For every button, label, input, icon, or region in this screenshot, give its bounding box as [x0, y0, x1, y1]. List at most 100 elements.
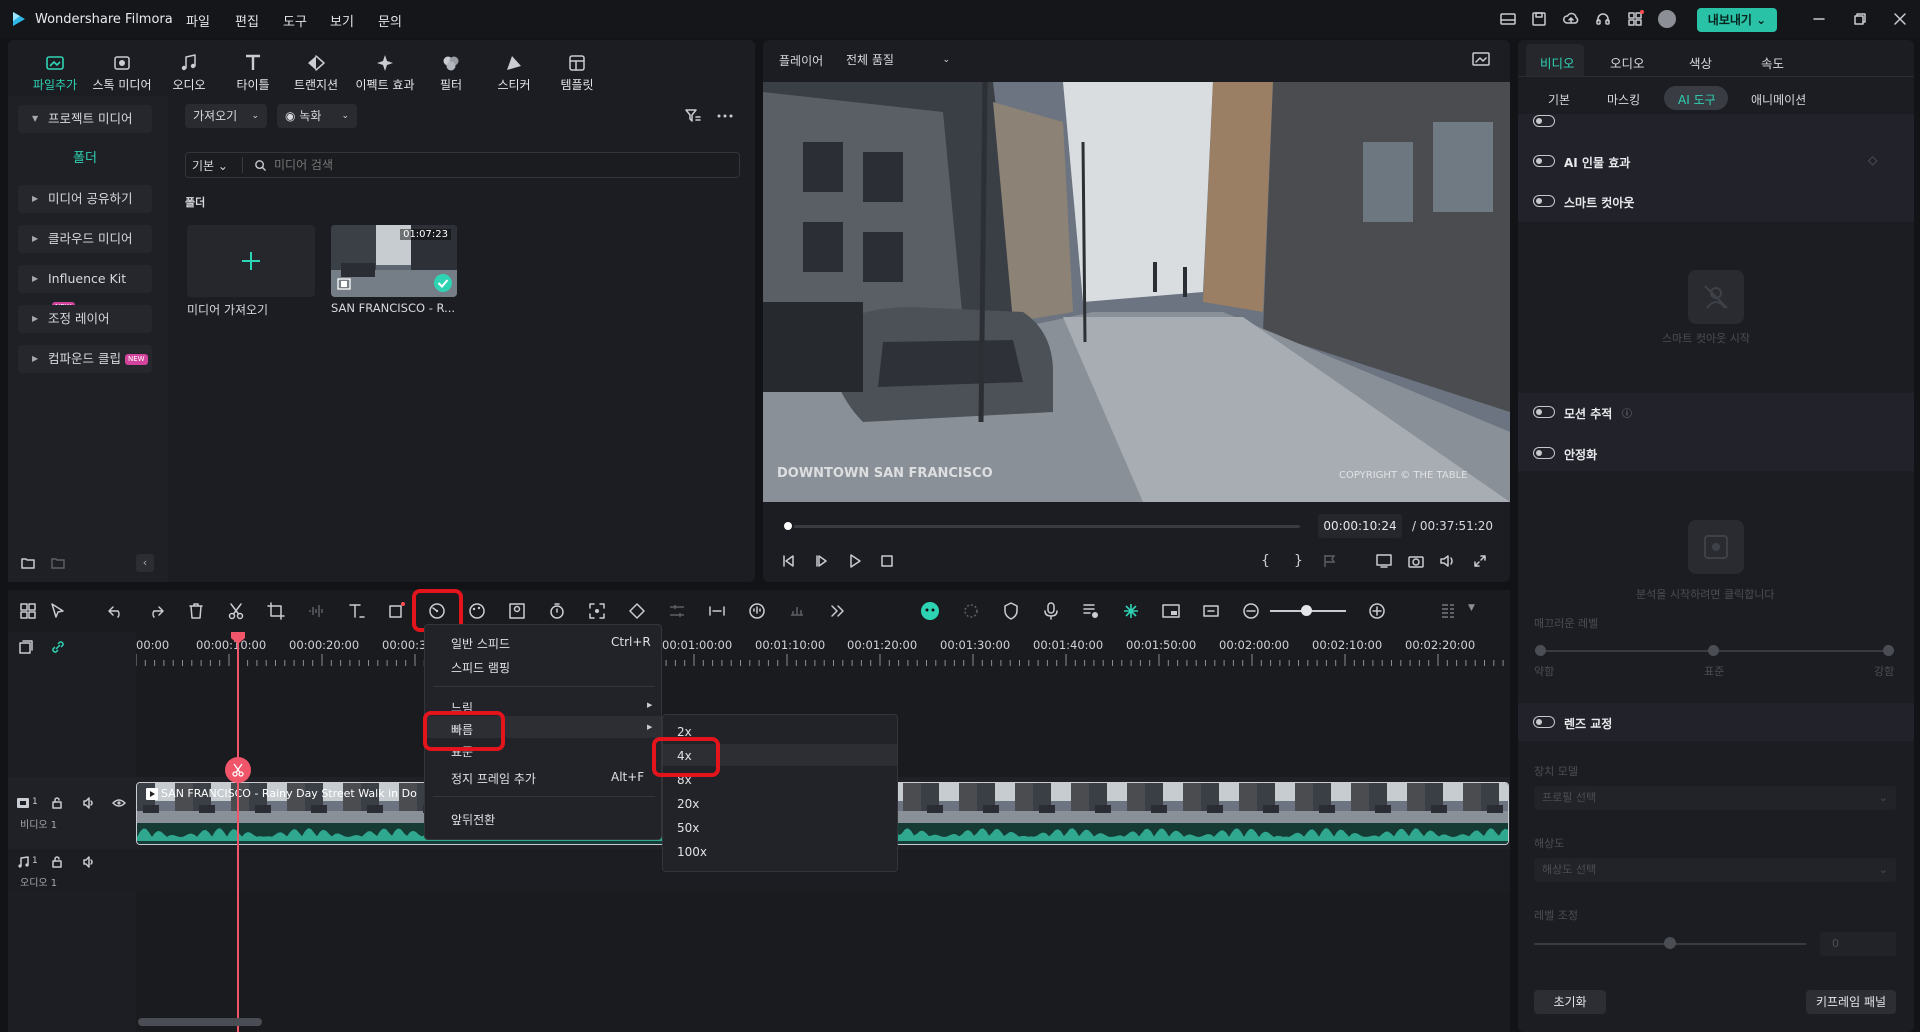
collapse-sidebar-button[interactable]: ‹	[136, 554, 154, 572]
lock-icon[interactable]	[50, 855, 64, 869]
tab-color[interactable]: 색상	[1689, 53, 1712, 72]
color-palette-icon[interactable]	[467, 601, 487, 621]
user-avatar[interactable]	[1658, 10, 1676, 28]
sidebar-item-cloud-media[interactable]: ▶ 클라우드 미디어	[18, 225, 152, 253]
play-icon[interactable]	[847, 553, 863, 569]
quality-dropdown[interactable]: 전체 품질 ⌄	[846, 49, 958, 71]
mark-out-icon[interactable]: }	[1294, 553, 1303, 569]
folder-icon[interactable]	[50, 555, 66, 571]
sidebar-item-influence-kit[interactable]: ▶Influence KitNEW	[18, 265, 152, 313]
link-icon[interactable]	[50, 639, 66, 655]
pip-icon[interactable]	[1161, 601, 1181, 621]
stop-icon[interactable]	[879, 553, 895, 569]
menu-item-uniform-speed[interactable]: 일반 스피드	[451, 635, 510, 652]
minimize-icon[interactable]	[1809, 9, 1829, 29]
media-clip-thumbnail[interactable]: 01:07:23	[331, 225, 457, 297]
cropped-toggle[interactable]	[1533, 115, 1555, 127]
voiceover-list-icon[interactable]	[1081, 601, 1101, 621]
more-icon[interactable]	[716, 107, 734, 125]
timeline-horizontal-scrollbar[interactable]	[138, 1018, 262, 1026]
mute-speaker-icon[interactable]	[82, 796, 96, 810]
record-dropdown[interactable]: ◉ 녹화 ⌄	[277, 104, 357, 128]
reset-button[interactable]: 초기화	[1534, 990, 1606, 1014]
menu-item-speed-ramping[interactable]: 스피드 램핑	[451, 659, 510, 676]
microphone-icon[interactable]	[1041, 601, 1061, 621]
camera-snapshot-icon[interactable]	[1407, 553, 1425, 569]
layout-grid-icon[interactable]	[18, 601, 38, 621]
subtab-ai-tools[interactable]: AI 도구	[1678, 91, 1716, 108]
export-button[interactable]: 내보내기 ⌄	[1697, 8, 1777, 32]
volume-icon[interactable]	[1439, 553, 1457, 569]
playhead-handle[interactable]	[231, 632, 245, 644]
stabilize-analyze-button[interactable]	[1688, 520, 1744, 574]
submenu-item-50x[interactable]: 50x	[677, 821, 699, 835]
tab-audio-props[interactable]: 오디오	[1610, 53, 1645, 72]
silence-detect-icon[interactable]	[707, 601, 727, 621]
fullscreen-icon[interactable]	[1472, 553, 1488, 569]
smart-cutout-start-button[interactable]	[1688, 270, 1744, 324]
ai-portrait-toggle[interactable]	[1533, 155, 1555, 167]
apps-grid-icon[interactable]	[1626, 10, 1644, 28]
stabilize-toggle[interactable]	[1533, 447, 1555, 459]
redo-icon[interactable]	[146, 601, 166, 621]
ai-copilot-icon[interactable]	[920, 601, 940, 621]
speed-gauge-icon[interactable]	[427, 601, 447, 621]
menu-edit[interactable]: 편집	[235, 11, 259, 30]
undo-icon[interactable]	[106, 601, 126, 621]
snap-magnet-icon[interactable]	[1121, 601, 1141, 621]
sidebar-folder[interactable]: 폴더	[18, 146, 152, 172]
track-layout-icon[interactable]	[1438, 601, 1458, 621]
keyframe-icon[interactable]	[627, 601, 647, 621]
level-adjust-value[interactable]: 0	[1820, 932, 1896, 956]
menu-item-reverse[interactable]: 앞뒤전환	[451, 811, 495, 828]
snapshot-preview-icon[interactable]	[1472, 51, 1490, 67]
sidebar-item-compound-clip[interactable]: ▶ 컴파운드 클립 NEW	[18, 345, 152, 373]
zoom-slider-knob[interactable]	[1301, 605, 1312, 616]
level-adjust-knob[interactable]	[1664, 937, 1676, 949]
menu-file[interactable]: 파일	[186, 11, 210, 30]
media-search-input[interactable]	[274, 156, 674, 174]
select-cursor-icon[interactable]	[48, 601, 68, 621]
music-beat-icon[interactable]	[787, 601, 807, 621]
tab-audio[interactable]: 오디오	[156, 50, 222, 94]
tab-titles[interactable]: 타이틀	[220, 50, 286, 94]
delete-icon[interactable]	[186, 601, 206, 621]
timer-icon[interactable]	[547, 601, 567, 621]
filter-sort-icon[interactable]	[684, 107, 702, 125]
prev-frame-icon[interactable]	[781, 553, 797, 569]
new-folder-icon[interactable]	[20, 555, 36, 571]
keyframe-panel-button[interactable]: 키프레임 패널	[1806, 990, 1896, 1014]
tab-stickers[interactable]: 스티커	[481, 50, 547, 94]
render-preview-icon[interactable]	[961, 601, 981, 621]
current-time[interactable]: 00:00:10:24	[1318, 514, 1402, 538]
submenu-item-100x[interactable]: 100x	[677, 845, 707, 859]
fit-timeline-icon[interactable]	[1201, 601, 1221, 621]
lens-correction-toggle[interactable]	[1533, 716, 1555, 728]
audio-stretch-icon[interactable]	[747, 601, 767, 621]
sidebar-item-share-media[interactable]: ▶ 미디어 공유하기	[18, 185, 152, 213]
menu-help[interactable]: 문의	[378, 11, 402, 30]
track-layout-chevron-icon[interactable]: ▼	[1468, 603, 1475, 613]
restore-icon[interactable]	[1850, 9, 1870, 29]
submenu-item-20x[interactable]: 20x	[677, 797, 699, 811]
sidebar-item-project-media[interactable]: ▼ 프로젝트 미디어	[18, 105, 152, 133]
tab-video[interactable]: 비디오	[1540, 53, 1575, 72]
ai-portrait-tool-icon[interactable]	[507, 601, 527, 621]
menu-view[interactable]: 보기	[330, 11, 354, 30]
tab-effects[interactable]: 이펙트 효과	[352, 50, 418, 94]
mute-speaker-icon[interactable]	[82, 855, 96, 869]
audio-edit-icon[interactable]	[306, 601, 326, 621]
cloud-upload-icon[interactable]	[1562, 10, 1580, 28]
crop-icon[interactable]	[266, 601, 286, 621]
subtab-animation[interactable]: 애니메이션	[1751, 91, 1806, 108]
profile-select-dropdown[interactable]: 프로필 선택 ⌄	[1534, 786, 1896, 810]
keyframe-diamond-icon[interactable]: ◇	[1868, 153, 1877, 167]
media-search-bar[interactable]: 기본 ⌄	[185, 152, 740, 178]
subtab-masking[interactable]: 마스킹	[1607, 91, 1640, 108]
adjust-sliders-icon[interactable]	[667, 601, 687, 621]
smart-cutout-toggle[interactable]	[1533, 195, 1555, 207]
resolution-select-dropdown[interactable]: 해상도 선택 ⌄	[1534, 858, 1896, 882]
tab-transitions[interactable]: 트랜지션	[283, 50, 349, 94]
save-icon[interactable]	[1530, 10, 1548, 28]
motion-tracking-toggle[interactable]	[1533, 406, 1555, 418]
